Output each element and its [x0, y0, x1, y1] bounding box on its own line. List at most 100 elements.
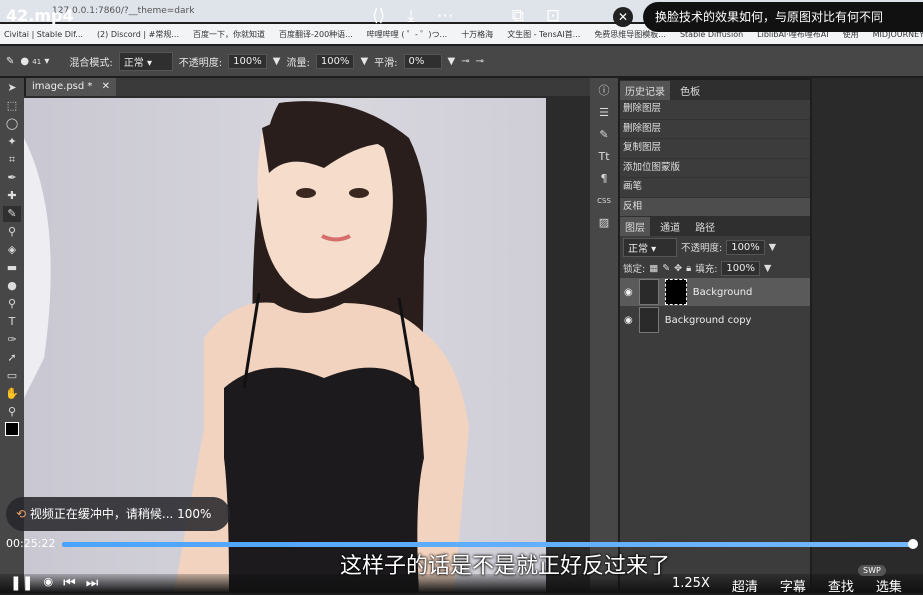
- history-item[interactable]: 添加位图蒙版: [620, 159, 810, 178]
- color-swatch-icon[interactable]: [3, 422, 21, 438]
- captions-button[interactable]: 字幕: [780, 576, 806, 595]
- bookmark-item[interactable]: 文生图 - TensAI首...: [507, 29, 580, 40]
- close-tab-icon[interactable]: ✕: [102, 81, 110, 92]
- close-icon[interactable]: ✕: [613, 7, 633, 27]
- tab-layers[interactable]: 图层: [620, 217, 650, 236]
- flow-arrow-icon[interactable]: ▼: [360, 56, 368, 67]
- image-icon[interactable]: ▨: [594, 214, 614, 232]
- fill-arrow-icon[interactable]: ▼: [764, 263, 771, 274]
- path-select-icon[interactable]: ➚: [3, 350, 21, 366]
- search-button[interactable]: 查找: [828, 576, 854, 595]
- history-item[interactable]: 画笔: [620, 178, 810, 198]
- smooth-label: 平滑:: [374, 57, 398, 69]
- tab-swatches[interactable]: 色板: [675, 81, 705, 100]
- layer-blend-select[interactable]: 正常 ▾: [623, 237, 677, 257]
- lock-move-icon[interactable]: ✥: [674, 263, 682, 274]
- picture-in-picture-icon[interactable]: ⧉: [512, 6, 524, 26]
- marquee-tool-icon[interactable]: ⬚: [3, 98, 21, 114]
- next-icon[interactable]: ⏭︎: [86, 575, 99, 591]
- download-icon[interactable]: ⤓: [407, 6, 415, 26]
- fill-field[interactable]: 100%: [721, 260, 760, 276]
- brush-size-preview[interactable]: ● 41 ▾: [20, 56, 49, 67]
- layer-mask-thumbnail[interactable]: [664, 279, 687, 305]
- eraser-icon[interactable]: ◈: [3, 242, 21, 258]
- share-icon[interactable]: ⟨⟩: [372, 6, 385, 26]
- clone-stamp-icon[interactable]: ⚲: [3, 224, 21, 240]
- tab-channels[interactable]: 通道: [655, 217, 685, 236]
- blur-tool-icon[interactable]: ●: [3, 278, 21, 294]
- dodge-tool-icon[interactable]: ⚲: [3, 296, 21, 312]
- blend-mode-select[interactable]: 正常 ▾: [118, 51, 173, 71]
- brush-tool-icon[interactable]: ✎: [3, 206, 21, 222]
- tab-paths[interactable]: 路径: [690, 217, 720, 236]
- flow-field[interactable]: 100%: [315, 53, 355, 69]
- history-item-selected[interactable]: 反相: [620, 197, 810, 217]
- bookmark-item[interactable]: 百度翻译-200种语...: [279, 29, 353, 40]
- hand-tool-icon[interactable]: ✋: [3, 386, 21, 402]
- eyedropper-icon[interactable]: ✒: [3, 170, 21, 186]
- blend-mode-value: 正常: [123, 57, 144, 69]
- layer-row[interactable]: ◉ Background copy: [620, 306, 810, 334]
- pen-tool-icon[interactable]: ✑: [3, 332, 21, 348]
- bookmark-item[interactable]: 百度一下，你就知道: [193, 29, 265, 40]
- paragraph-icon[interactable]: ¶: [594, 170, 614, 188]
- layer-opacity-field[interactable]: 100%: [726, 239, 765, 255]
- layer-opacity-arrow-icon[interactable]: ▼: [769, 242, 776, 253]
- bookmark-item[interactable]: 十万格海: [461, 29, 493, 40]
- lock-brush-icon[interactable]: ✎: [662, 263, 670, 274]
- brush-tool-icon[interactable]: ✎: [6, 56, 14, 67]
- buffering-text: 视频正在缓冲中，请稍候... 100%: [29, 507, 212, 521]
- buffer-icon: ⟲: [16, 507, 27, 521]
- swp-badge[interactable]: SWP: [858, 565, 886, 576]
- panel-icon-column: ⓘ ☰ ✎ Tt ¶ CSS ▨: [590, 78, 618, 593]
- bookmark-item[interactable]: Civitai | Stable Dif...: [4, 30, 83, 39]
- opacity-field[interactable]: 100%: [228, 53, 267, 69]
- progress-handle[interactable]: [907, 539, 918, 549]
- playback-speed-button[interactable]: 1.25X: [672, 576, 710, 595]
- history-item[interactable]: 删除图层: [620, 120, 810, 139]
- lock-all-icon[interactable]: 🔒︎: [686, 263, 691, 274]
- visibility-eye-icon[interactable]: ◉: [624, 315, 633, 326]
- bookmark-item[interactable]: (2) Discord | #常规...: [97, 29, 179, 40]
- bookmark-item[interactable]: 哔哩哔哩 ( ゜- ゜)つ...: [367, 29, 447, 40]
- visibility-eye-icon[interactable]: ◉: [624, 287, 633, 298]
- lasso-tool-icon[interactable]: ◯: [3, 116, 21, 132]
- crop-window-icon[interactable]: ⊡: [546, 6, 560, 26]
- crop-tool-icon[interactable]: ⌗: [3, 152, 21, 168]
- css-icon[interactable]: CSS: [594, 192, 614, 210]
- healing-tool-icon[interactable]: ✚: [3, 188, 21, 204]
- magic-wand-icon[interactable]: ✦: [3, 134, 21, 150]
- tab-history[interactable]: 历史记录: [620, 81, 670, 100]
- brush-settings-icon[interactable]: ✎: [594, 126, 614, 144]
- more-icon[interactable]: ⋯: [437, 6, 454, 26]
- history-item[interactable]: 复制图层: [620, 139, 810, 159]
- smooth-field[interactable]: 0%: [403, 53, 442, 69]
- previous-icon[interactable]: ⏮︎: [63, 575, 76, 591]
- shape-tool-icon[interactable]: ▭: [3, 368, 21, 384]
- document-tab[interactable]: image.psd * ✕: [26, 78, 116, 96]
- buffering-toast: ⟲ 视频正在缓冲中，请稍候... 100%: [6, 497, 230, 531]
- properties-icon[interactable]: ☰: [594, 104, 614, 122]
- smooth-arrow-icon[interactable]: ▼: [448, 56, 456, 67]
- pause-icon[interactable]: ❚❚: [10, 575, 33, 591]
- taskbar-chrome-icon: ◉: [43, 575, 54, 588]
- type-tool-icon[interactable]: T: [3, 314, 21, 330]
- gradient-icon[interactable]: ▬: [3, 260, 21, 276]
- character-icon[interactable]: Tt: [594, 148, 614, 166]
- lock-pixels-icon[interactable]: ▦: [649, 263, 658, 274]
- episode-select-button[interactable]: 选集: [876, 576, 902, 595]
- zoom-tool-icon[interactable]: ⚲: [3, 404, 21, 420]
- flow-label: 流量:: [286, 57, 310, 69]
- video-title-banner: 换脸技术的效果如何，与原图对比有何不同: [643, 2, 923, 32]
- pressure-opacity-icon[interactable]: ⊸: [461, 56, 469, 67]
- pressure-size-icon[interactable]: ⊸: [476, 56, 484, 67]
- quality-button[interactable]: 超清: [732, 576, 758, 595]
- progress-fill: [62, 542, 913, 547]
- playback-controls: ❚❚ ◉ ⏮︎ ⏭︎: [10, 575, 98, 591]
- info-icon[interactable]: ⓘ: [594, 82, 614, 100]
- opacity-arrow-icon[interactable]: ▼: [273, 56, 281, 67]
- layer-blend-value: 正常: [628, 243, 648, 255]
- layer-row[interactable]: ◉ Background: [620, 278, 810, 306]
- move-tool-icon[interactable]: ➤: [3, 80, 21, 96]
- history-item[interactable]: 删除图层: [620, 100, 810, 120]
